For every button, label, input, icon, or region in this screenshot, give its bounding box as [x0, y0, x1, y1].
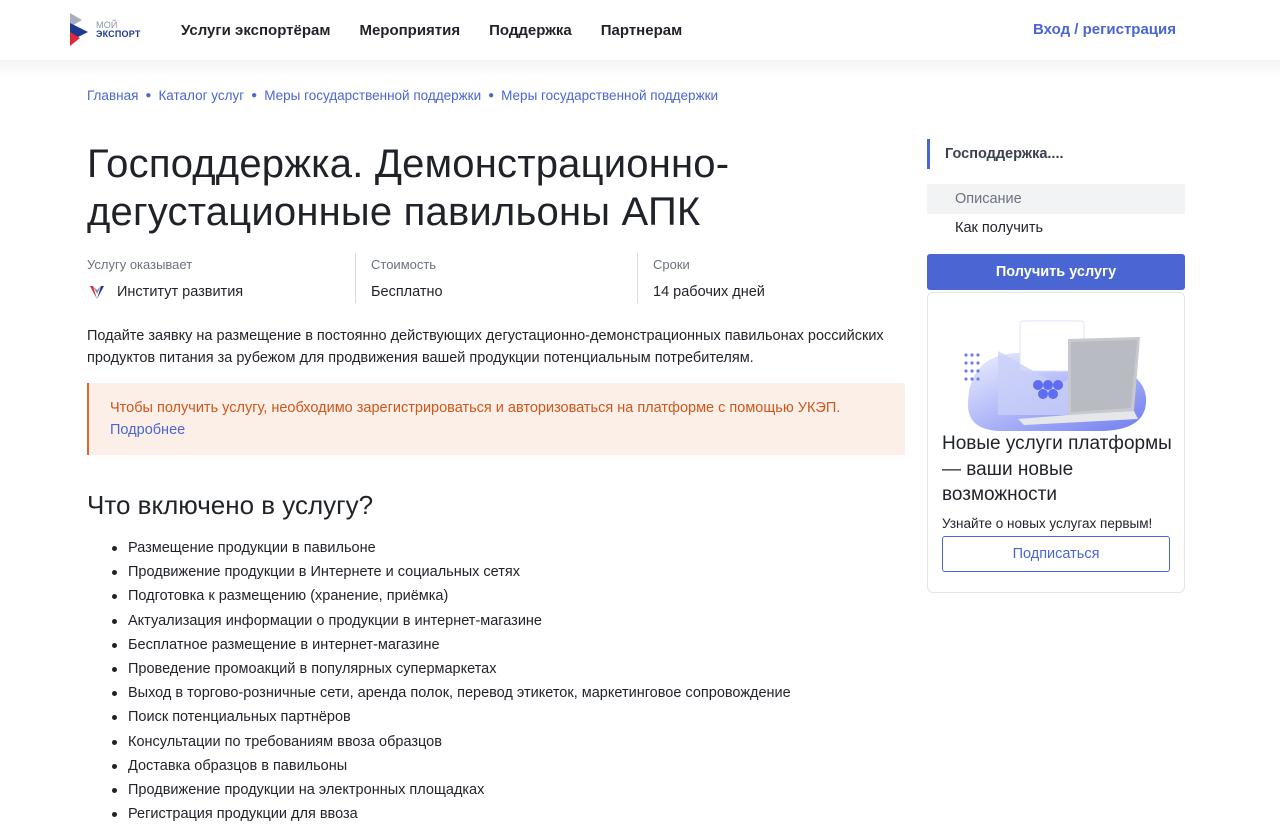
breadcrumb: Главная ● Каталог услуг ● Меры государст…	[87, 88, 718, 103]
info-provider: Услугу оказывает Институт развития	[87, 253, 347, 305]
header-shadow	[0, 60, 1280, 78]
list-item: Бесплатное размещение в интернет-магазин…	[110, 633, 791, 657]
list-item: Выход в торгово-розничные сети, аренда п…	[110, 681, 791, 705]
notice-more-link[interactable]: Подробнее	[110, 419, 905, 441]
get-service-button[interactable]: Получить услугу	[927, 254, 1185, 290]
promo-title: Новые услуги платформы — ваши новые возм…	[942, 433, 1172, 505]
auth-notice: Чтобы получить услугу, необходимо зареги…	[87, 383, 905, 455]
provider-label: Услугу оказывает	[87, 257, 193, 272]
term-label: Сроки	[653, 257, 690, 272]
provider-name: Институт развития	[117, 284, 244, 300]
page-title: Господдержка. Демонстрационно-дегустацио…	[87, 142, 730, 234]
list-item: Поиск потенциальных партнёров	[110, 705, 791, 729]
login-link[interactable]: Вход / регистрация	[1033, 21, 1176, 38]
breadcrumb-separator: ●	[145, 90, 152, 101]
logo-line-2: ЭКСПОРТ	[96, 29, 141, 39]
moy-export-logo-icon	[70, 13, 88, 46]
breadcrumb-catalog[interactable]: Каталог услуг	[158, 88, 244, 103]
sidebar-active-title[interactable]: Господдержка....	[927, 139, 1064, 169]
breadcrumb-gov-support[interactable]: Меры государственной поддержки	[264, 88, 481, 103]
nav-item-events[interactable]: Мероприятия	[359, 22, 460, 39]
site-logo[interactable]: МОЙ ЭКСПОРТ	[68, 9, 148, 51]
nav-item-support[interactable]: Поддержка	[489, 22, 572, 39]
provider-value: Институт развития	[87, 284, 347, 300]
list-item: Продвижение продукции на электронных пло…	[110, 778, 791, 802]
breadcrumb-separator: ●	[488, 90, 495, 101]
site-header: МОЙ ЭКСПОРТ Услуги экспортёрам Мероприят…	[0, 0, 1280, 60]
cost-value: Бесплатно	[371, 284, 443, 300]
breadcrumb-separator: ●	[251, 90, 258, 101]
institute-logo-icon	[90, 286, 104, 299]
list-item: Проведение промоакций в популярных супер…	[110, 657, 791, 681]
promo-subtitle: Узнайте о новых услугах первым!	[942, 516, 1153, 531]
breadcrumb-home[interactable]: Главная	[87, 88, 138, 103]
list-item: Подготовка к размещению (хранение, приём…	[110, 584, 791, 608]
term-value: 14 рабочих дней	[653, 284, 765, 300]
info-term: Сроки 14 рабочих дней	[653, 253, 893, 305]
list-item: Регистрация продукции для ввоза	[110, 802, 791, 826]
list-item: Доставка образцов в павильоны	[110, 754, 791, 778]
sidebar-item-how-to-get[interactable]: Как получить	[927, 213, 1185, 243]
info-cost: Стоимость Бесплатно	[371, 253, 621, 305]
breadcrumb-gov-support-2[interactable]: Меры государственной поддержки	[501, 88, 718, 103]
main-nav: Услуги экспортёрам Мероприятия Поддержка…	[181, 0, 711, 60]
info-divider	[355, 253, 356, 303]
list-item: Продвижение продукции в Интернете и соци…	[110, 560, 791, 584]
promo-illustration-icon	[964, 320, 1147, 431]
info-divider	[637, 253, 638, 303]
nav-item-exporters[interactable]: Услуги экспортёрам	[181, 22, 330, 39]
notice-text: Чтобы получить услугу, необходимо зареги…	[110, 400, 841, 416]
list-item: Консультации по требованиям ввоза образц…	[110, 730, 791, 754]
section-title: Что включено в услугу?	[87, 490, 374, 520]
list-item: Актуализация информации о продукции в ин…	[110, 609, 791, 633]
list-item: Размещение продукции в павильоне	[110, 536, 791, 560]
sidebar-item-description[interactable]: Описание	[927, 184, 1185, 214]
promo-card: Новые услуги платформы — ваши новые возм…	[927, 292, 1185, 593]
nav-item-partners[interactable]: Партнерам	[601, 22, 682, 39]
service-description: Подайте заявку на размещение в постоянно…	[87, 328, 884, 366]
subscribe-button[interactable]: Подписаться	[942, 536, 1170, 572]
logo-text: МОЙ ЭКСПОРТ	[96, 21, 141, 39]
cost-label: Стоимость	[371, 257, 437, 272]
included-list: Размещение продукции в павильоне Продвиж…	[110, 536, 791, 826]
